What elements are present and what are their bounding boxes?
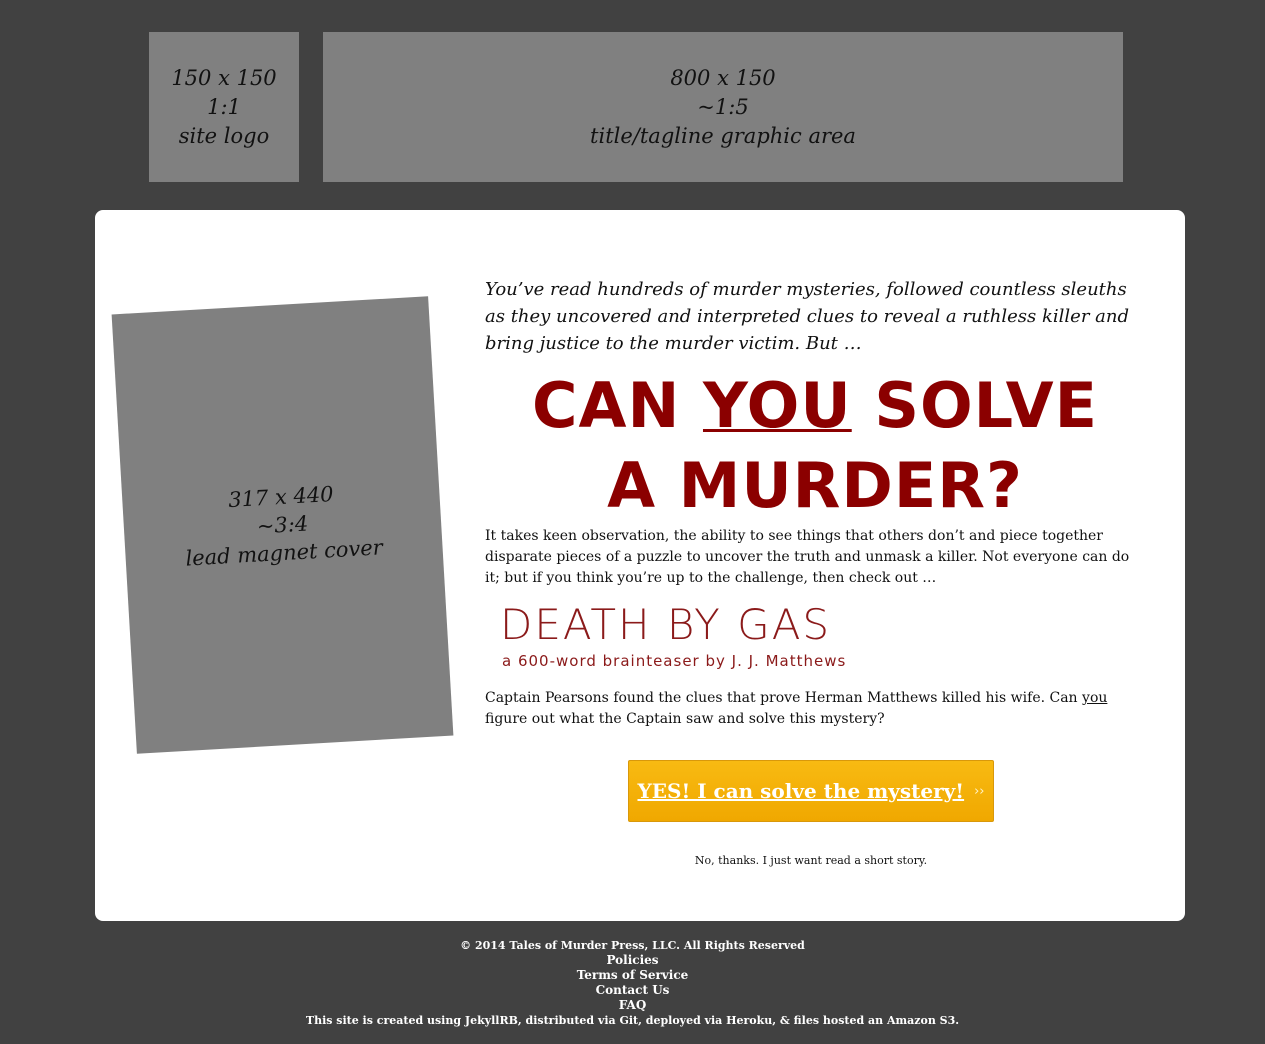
body-text: It takes keen observation, the ability t… bbox=[485, 528, 1130, 586]
footer-copyright: © 2014 Tales of Murder Press, LLC. All R… bbox=[460, 939, 805, 952]
teaser-after: figure out what the Captain saw and solv… bbox=[485, 711, 885, 727]
solve-mystery-button[interactable]: YES! I can solve the mystery! ›› bbox=[628, 760, 994, 822]
footer: © 2014 Tales of Murder Press, LLC. All R… bbox=[0, 938, 1265, 1028]
logo-size: 150 x 150 bbox=[171, 65, 277, 90]
cover-label: lead magnet cover bbox=[184, 535, 384, 571]
tagline-label: title/tagline graphic area bbox=[590, 123, 856, 148]
chevron-right-icon: ›› bbox=[974, 783, 985, 799]
cta-label: YES! I can solve the mystery! bbox=[637, 779, 965, 803]
tagline-ratio: ~1:5 bbox=[697, 94, 749, 119]
footer-link-faq[interactable]: FAQ bbox=[0, 998, 1265, 1013]
headline-you: YOU bbox=[702, 369, 852, 442]
headline-line-1: CAN YOU SOLVE bbox=[485, 366, 1145, 446]
footer-link-policies[interactable]: Policies bbox=[0, 953, 1265, 968]
logo-ratio: 1:1 bbox=[207, 94, 241, 119]
headline-can: CAN bbox=[532, 369, 703, 442]
book-title: DEATH BY GAS bbox=[500, 600, 832, 649]
teaser-you: you bbox=[1082, 690, 1108, 706]
tagline-graphic-placeholder: 800 x 150 ~1:5 title/tagline graphic are… bbox=[323, 32, 1123, 182]
decline-link[interactable]: No, thanks. I just want read a short sto… bbox=[628, 854, 994, 867]
intro-text: You’ve read hundreds of murder mysteries… bbox=[485, 279, 1130, 354]
lead-magnet-cover-placeholder: 317 x 440 ~3:4 lead magnet cover bbox=[111, 296, 454, 754]
footer-credits: This site is created using JekyllRB, dis… bbox=[305, 1014, 960, 1027]
footer-link-terms[interactable]: Terms of Service bbox=[0, 968, 1265, 983]
teaser-before: Captain Pearsons found the clues that pr… bbox=[485, 690, 1083, 706]
book-byline: a 600-word brainteaser by J. J. Matthews bbox=[502, 652, 847, 670]
logo-label: site logo bbox=[178, 123, 270, 148]
tagline-size: 800 x 150 bbox=[670, 65, 776, 90]
cover-ratio: ~3:4 bbox=[256, 511, 309, 539]
headline-line-2: A MURDER? bbox=[607, 449, 1023, 522]
footer-link-contact[interactable]: Contact Us bbox=[0, 983, 1265, 998]
teaser-text: Captain Pearsons found the clues that pr… bbox=[485, 688, 1145, 730]
site-logo-placeholder: 150 x 150 1:1 site logo bbox=[149, 32, 299, 182]
cover-size: 317 x 440 bbox=[227, 482, 335, 513]
headline-solve: SOLVE bbox=[851, 369, 1098, 442]
headline: CAN YOU SOLVE A MURDER? bbox=[485, 366, 1145, 526]
